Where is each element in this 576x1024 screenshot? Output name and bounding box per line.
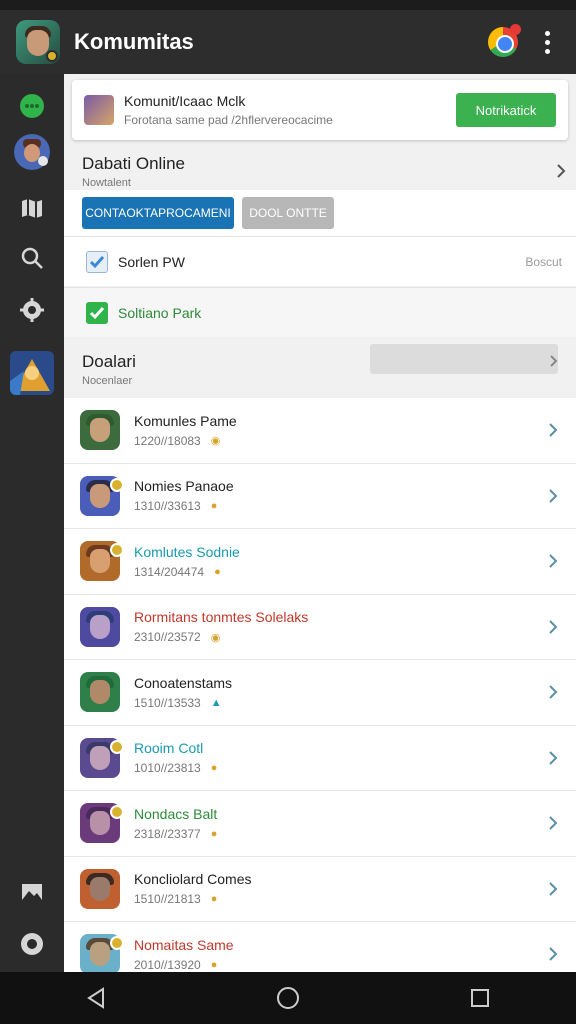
action-buttons: CONTAOKTAPROCAMENI DOOL ONTTE xyxy=(64,190,576,236)
list-section-subtitle: Nocenlaer xyxy=(82,374,133,387)
promo-image xyxy=(84,95,114,125)
option-label: Soltiano Park xyxy=(118,304,202,321)
chevron-right-icon xyxy=(538,815,568,831)
status-icon: ● xyxy=(210,958,218,971)
status-icon: ● xyxy=(214,565,221,578)
option-side-text: Boscut xyxy=(525,254,562,269)
list-item-title: Rooim Cotl xyxy=(134,740,204,757)
status-icon: ◉ xyxy=(210,435,221,448)
list-item-title: Nomaitas Same xyxy=(134,936,234,953)
chevron-right-icon xyxy=(550,354,558,372)
chevron-right-icon xyxy=(538,422,568,438)
chevron-right-icon xyxy=(538,750,568,766)
list-item-title: Nondacs Balt xyxy=(134,805,218,822)
list-item[interactable]: Rormitans tonmtes Solelaks 2310//23572 ◉ xyxy=(64,594,576,660)
game-avatar xyxy=(80,868,120,909)
option-label: Sorlen PW xyxy=(118,253,185,270)
app-avatar[interactable] xyxy=(16,20,60,64)
chevron-right-icon xyxy=(538,684,568,700)
community-list: Komunles Pame 1220//18083 ◉ Nomies Panaoe 13… xyxy=(64,398,576,972)
app-bar: Komumitas xyxy=(0,10,576,74)
list-item-subtitle: 1310//33613 xyxy=(134,499,201,514)
game-avatar xyxy=(80,672,120,713)
list-item-subtitle: 1314/204474 xyxy=(134,564,205,579)
status-icon: ◉ xyxy=(210,631,221,644)
home-icon[interactable] xyxy=(268,978,308,1018)
main-content: Komunit/Icaac Mclk Forotana same pad /2h… xyxy=(64,74,576,972)
chevron-right-icon xyxy=(538,946,568,962)
primary-action-button[interactable]: CONTAOKTAPROCAMENI xyxy=(82,197,234,229)
level-badge xyxy=(110,936,124,950)
list-item-title: Conoatenstams xyxy=(134,674,233,691)
chevron-right-icon xyxy=(538,488,568,504)
notification-badge xyxy=(510,24,521,35)
side-rail xyxy=(0,74,64,972)
game-thumbnail[interactable] xyxy=(0,350,64,396)
list-item[interactable]: Nondacs Balt 2318//23377 ● xyxy=(64,791,576,857)
list-item[interactable]: Koncliolard Comes 1510//21813 ● xyxy=(64,856,576,922)
list-item-subtitle: 1010//23813 xyxy=(134,761,201,776)
list-item-title: Nomies Panaoe xyxy=(134,478,234,495)
online-section-subtitle: Nowtalent xyxy=(82,176,131,189)
level-badge xyxy=(110,739,124,754)
level-badge xyxy=(110,805,124,819)
more-menu-icon[interactable] xyxy=(532,22,562,62)
list-item-title: Rormitans tonmtes Solelaks xyxy=(134,609,309,626)
online-section-title: Dabati Online xyxy=(82,153,186,173)
checkbox[interactable] xyxy=(86,301,108,324)
status-bar xyxy=(0,0,576,10)
app-root: Komumitas Komunit/Icaac Mclk Forotana sa… xyxy=(0,0,576,1024)
chevron-right-icon xyxy=(538,619,568,635)
list-item-subtitle: 1510//21813 xyxy=(134,892,201,907)
chrome-icon[interactable] xyxy=(488,24,521,57)
profile-avatar[interactable] xyxy=(0,130,64,174)
game-avatar xyxy=(80,410,120,451)
recents-icon[interactable] xyxy=(460,978,500,1018)
record-icon[interactable] xyxy=(0,926,64,962)
promo-title: Komunit/Icaac Mclk xyxy=(124,93,246,109)
status-icon: ● xyxy=(210,762,218,775)
promo-card[interactable]: Komunit/Icaac Mclk Forotana same pad /2h… xyxy=(72,80,568,140)
chevron-right-icon xyxy=(546,163,576,179)
system-nav-bar xyxy=(0,972,576,1024)
status-icon: ● xyxy=(210,827,218,840)
status-icon: ● xyxy=(210,500,218,513)
list-item-subtitle: 1510//13533 xyxy=(134,695,201,710)
list-item-subtitle: 2318//23377 xyxy=(134,826,201,841)
promo-subtitle: Forotana same pad /2hflervereocacime xyxy=(124,113,333,127)
list-item[interactable]: Komlutes Sodnie 1314/204474 ● xyxy=(64,529,576,595)
gallery-icon[interactable] xyxy=(0,874,64,910)
search-icon[interactable] xyxy=(0,236,64,280)
app-title: Komumitas xyxy=(74,29,194,54)
level-badge xyxy=(110,477,124,492)
list-item-subtitle: 2010//13920 xyxy=(134,957,201,972)
online-section-header[interactable]: Dabati Online Nowtalent xyxy=(64,152,576,190)
map-icon[interactable] xyxy=(0,186,64,230)
back-icon[interactable] xyxy=(76,978,116,1018)
option-row-2[interactable]: Soltiano Park xyxy=(64,287,576,337)
filter-bar[interactable] xyxy=(370,344,558,374)
list-item[interactable]: Nomies Panaoe 1310//33613 ● xyxy=(64,463,576,529)
checkbox[interactable] xyxy=(86,250,108,273)
list-item[interactable]: Conoatenstams 1510//13533 ▲ xyxy=(64,660,576,726)
list-item-subtitle: 2310//23572 xyxy=(134,630,201,645)
list-item-title: Koncliolard Comes xyxy=(134,871,252,888)
chevron-right-icon xyxy=(538,553,568,569)
option-row-1[interactable]: Sorlen PW Boscut xyxy=(64,236,576,286)
status-icon: ▲ xyxy=(210,696,222,709)
list-item[interactable]: Nomaitas Same 2010//13920 ● xyxy=(64,922,576,972)
chevron-right-icon xyxy=(538,881,568,897)
list-item-subtitle: 1220//18083 xyxy=(134,433,201,448)
level-badge xyxy=(110,543,124,557)
list-item-title: Komunles Pame xyxy=(134,412,237,429)
chat-icon[interactable] xyxy=(0,84,64,128)
list-item[interactable]: Rooim Cotl 1010//23813 ● xyxy=(64,725,576,791)
list-item[interactable]: Komunles Pame 1220//18083 ◉ xyxy=(64,398,576,464)
notify-button[interactable]: Notrikatick xyxy=(456,93,556,127)
secondary-action-button[interactable]: DOOL ONTTE xyxy=(242,197,334,229)
game-avatar xyxy=(80,606,120,647)
list-item-title: Komlutes Sodnie xyxy=(134,543,240,560)
status-icon: ● xyxy=(210,893,218,906)
settings-icon[interactable] xyxy=(0,288,64,332)
